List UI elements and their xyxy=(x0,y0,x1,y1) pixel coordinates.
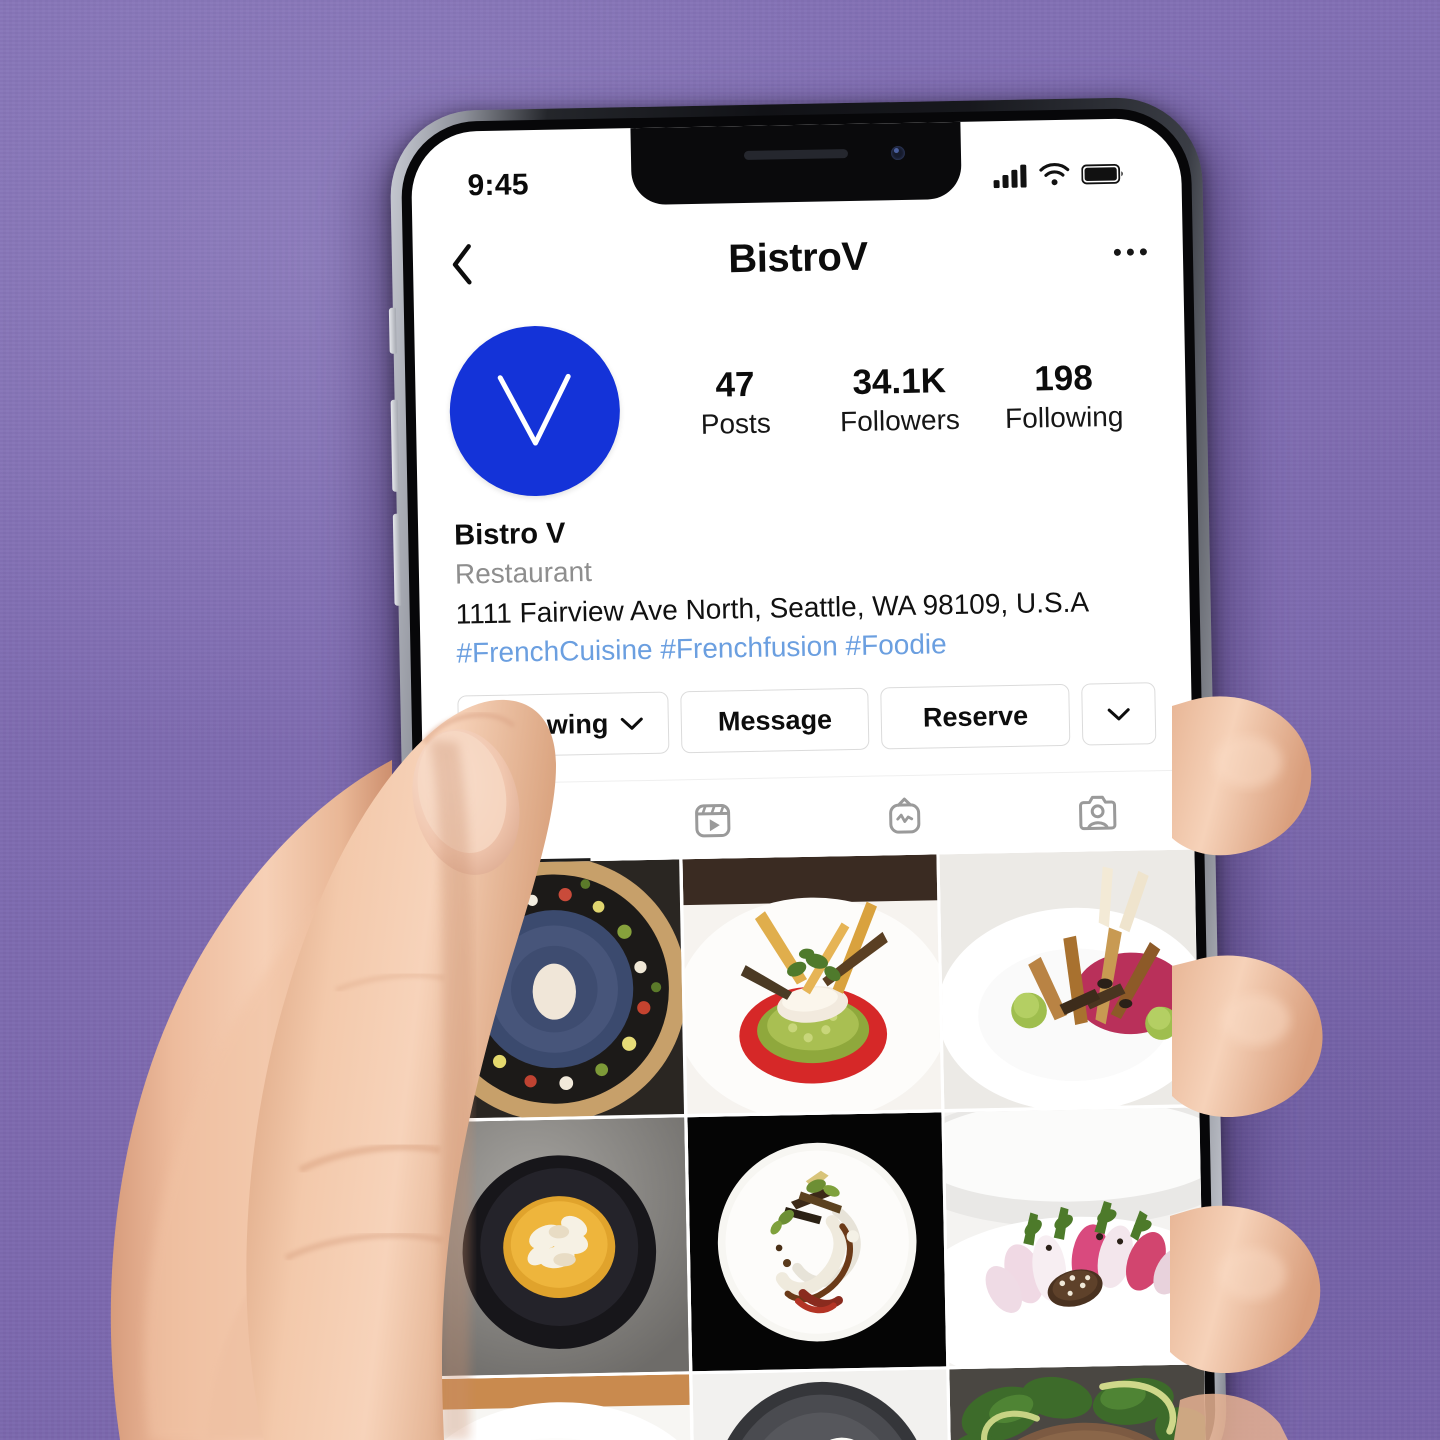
profile-tabs xyxy=(422,769,1195,865)
tab-reels[interactable] xyxy=(615,778,809,861)
photo-grid xyxy=(424,849,1207,1440)
post-image xyxy=(682,854,942,1115)
stat-posts-label: Posts xyxy=(700,407,772,441)
post-image xyxy=(424,859,685,1120)
following-button[interactable]: Following xyxy=(457,691,670,758)
more-options-button[interactable] xyxy=(1095,247,1147,256)
grid-post[interactable] xyxy=(692,1369,952,1440)
stat-following[interactable]: 198 Following xyxy=(1004,358,1124,438)
profile-section: 47 Posts 34.1K Followers 198 Following B… xyxy=(414,298,1207,1440)
more-actions-button[interactable] xyxy=(1081,682,1157,746)
grid-icon xyxy=(500,802,540,845)
grid-post[interactable] xyxy=(944,1107,1205,1367)
grid-post[interactable] xyxy=(424,859,685,1120)
stat-following-label: Following xyxy=(1004,401,1124,435)
stat-followers[interactable]: 34.1K Followers xyxy=(839,361,960,441)
mute-switch[interactable] xyxy=(388,307,397,354)
post-image xyxy=(939,849,1200,1110)
back-button[interactable] xyxy=(449,242,502,287)
wifi-icon xyxy=(1039,163,1070,186)
message-button[interactable]: Message xyxy=(680,687,870,754)
phone-screen: 9:45 BistroV 47 Posts 34.1K Followers 19… xyxy=(410,117,1207,1440)
post-image xyxy=(949,1364,1207,1440)
stat-posts-value: 47 xyxy=(715,365,755,405)
grid-post[interactable] xyxy=(687,1112,947,1372)
avatar-letter-v-icon xyxy=(497,373,571,446)
post-image xyxy=(944,1107,1205,1367)
avatar[interactable] xyxy=(448,324,622,498)
grid-post[interactable] xyxy=(949,1364,1207,1440)
reels-icon xyxy=(694,803,731,838)
following-button-label: Following xyxy=(482,708,609,741)
reserve-button[interactable]: Reserve xyxy=(880,683,1071,750)
reserve-button-label: Reserve xyxy=(922,700,1029,733)
tab-igtv[interactable] xyxy=(808,774,1002,857)
grid-post[interactable] xyxy=(939,849,1200,1110)
tab-grid[interactable] xyxy=(423,782,617,865)
chevron-left-icon xyxy=(452,244,472,285)
post-image xyxy=(434,1374,694,1440)
notch xyxy=(630,121,962,206)
battery-icon xyxy=(1081,163,1123,185)
post-image xyxy=(429,1117,689,1377)
profile-header: 47 Posts 34.1K Followers 198 Following xyxy=(414,298,1187,499)
page-title: BistroV xyxy=(727,234,869,281)
message-button-label: Message xyxy=(717,704,833,737)
chevron-down-icon xyxy=(621,717,644,730)
stat-following-value: 198 xyxy=(1033,358,1094,399)
stat-followers-label: Followers xyxy=(839,404,961,438)
grid-post[interactable] xyxy=(434,1374,694,1440)
grid-post[interactable] xyxy=(429,1117,689,1377)
more-options-icon xyxy=(1113,247,1147,256)
stat-posts[interactable]: 47 Posts xyxy=(676,364,795,444)
navigation-bar: BistroV xyxy=(412,204,1184,313)
status-time: 9:45 xyxy=(467,168,530,203)
chevron-down-icon xyxy=(1107,707,1130,721)
igtv-icon xyxy=(889,797,921,834)
stat-followers-value: 34.1K xyxy=(852,361,947,403)
profile-bio: Bistro V Restaurant 1111 Fairview Ave No… xyxy=(418,484,1191,675)
front-camera xyxy=(890,145,906,161)
smartphone: 9:45 BistroV 47 Posts 34.1K Followers 19… xyxy=(363,96,1254,1440)
earpiece-speaker xyxy=(743,148,849,160)
tagged-icon xyxy=(1078,795,1117,830)
tab-tagged[interactable] xyxy=(1000,771,1194,854)
post-image xyxy=(687,1112,947,1372)
grid-post[interactable] xyxy=(682,854,942,1115)
action-buttons: Following Message Reserve xyxy=(421,660,1192,759)
cellular-signal-icon xyxy=(993,164,1027,189)
profile-stats: 47 Posts 34.1K Followers 198 Following xyxy=(619,357,1152,445)
post-image xyxy=(692,1369,952,1440)
